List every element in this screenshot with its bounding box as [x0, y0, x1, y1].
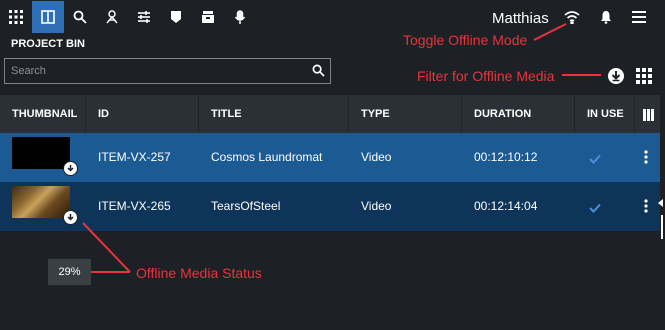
media-tools-icon[interactable]	[96, 1, 128, 33]
offline-download-icon	[63, 161, 78, 176]
cell-type: Video	[361, 199, 392, 213]
project-bin-title: PROJECT BIN	[11, 38, 85, 50]
wifi-icon[interactable]	[556, 1, 588, 33]
cell-duration: 00:12:10:12	[474, 150, 538, 164]
table-row[interactable]: ITEM-VX-257 Cosmos Laundromat Video 00:1…	[0, 133, 660, 182]
search-icon[interactable]	[64, 1, 96, 33]
top-toolbar: Matthias	[0, 0, 665, 34]
annotation-offline-status: Offline Media Status	[136, 265, 262, 281]
offline-download-icon	[63, 210, 78, 225]
table-header: THUMBNAIL ID TITLE TYPE DURATION IN USE	[0, 95, 660, 133]
username: Matthias	[492, 10, 549, 27]
bell-icon[interactable]	[590, 1, 622, 33]
panel-collapse-arrow-icon[interactable]	[658, 199, 663, 207]
apps-grid-icon[interactable]	[0, 1, 32, 33]
scrollbar-handle[interactable]	[661, 215, 663, 239]
grid-view-icon[interactable]	[636, 68, 652, 84]
row-menu-icon[interactable]	[644, 150, 648, 169]
search-field[interactable]	[4, 58, 331, 84]
cell-title: TearsOfSteel	[211, 199, 281, 213]
sliders-icon[interactable]	[128, 1, 160, 33]
offline-progress-badge: 29%	[48, 259, 91, 285]
annotation-toggle-offline: Toggle Offline Mode	[403, 32, 528, 48]
column-header-thumbnail[interactable]: THUMBNAIL	[0, 95, 86, 133]
annotation-filter-offline: Filter for Offline Media	[417, 68, 555, 84]
column-header-title[interactable]: TITLE	[199, 95, 349, 133]
column-header-in-use[interactable]: IN USE	[575, 95, 635, 133]
cell-type: Video	[361, 150, 392, 164]
in-use-check-icon	[589, 200, 601, 218]
search-input[interactable]	[5, 59, 305, 83]
column-chooser-icon[interactable]	[643, 108, 654, 126]
row-menu-icon[interactable]	[644, 199, 648, 218]
video-thumbnail	[12, 137, 70, 169]
search-icon[interactable]	[312, 64, 325, 82]
marker-icon[interactable]	[160, 1, 192, 33]
media-table: THUMBNAIL ID TITLE TYPE DURATION IN USE …	[0, 95, 660, 231]
offline-filter-icon[interactable]	[607, 67, 625, 85]
column-header-type[interactable]: TYPE	[349, 95, 462, 133]
hamburger-menu-icon[interactable]	[623, 1, 655, 33]
cell-id: ITEM-VX-265	[98, 199, 171, 213]
cell-title: Cosmos Laundromat	[211, 150, 323, 164]
column-header-id[interactable]: ID	[86, 95, 199, 133]
inbox-icon[interactable]	[192, 1, 224, 33]
in-use-check-icon	[589, 151, 601, 169]
cell-duration: 00:12:14:04	[474, 199, 538, 213]
microphone-icon[interactable]	[224, 1, 256, 33]
column-header-duration[interactable]: DURATION	[462, 95, 575, 133]
bin-panel-icon[interactable]	[32, 1, 64, 33]
cell-id: ITEM-VX-257	[98, 150, 171, 164]
video-thumbnail	[12, 186, 70, 218]
table-row[interactable]: ITEM-VX-265 TearsOfSteel Video 00:12:14:…	[0, 182, 660, 231]
